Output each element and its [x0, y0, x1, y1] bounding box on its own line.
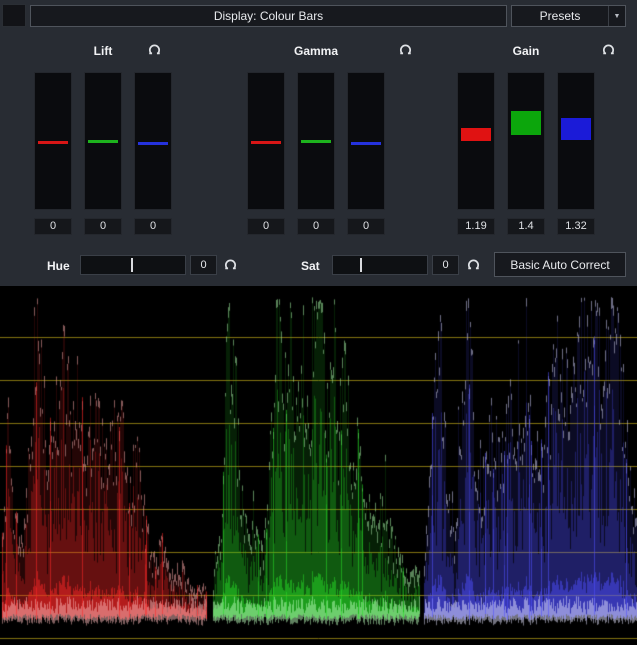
gain-blue-value: 1.32: [557, 218, 595, 235]
gain-green-handle[interactable]: [511, 111, 541, 135]
lift-green-handle[interactable]: [88, 140, 118, 143]
gain-blue-slider[interactable]: [557, 72, 595, 210]
gamma-section: Gamma 0 0 0: [247, 40, 437, 246]
gain-green-value: 1.4: [507, 218, 545, 235]
lift-red-slider[interactable]: [34, 72, 72, 210]
gamma-green-slider[interactable]: [297, 72, 335, 210]
corner-cell: [2, 4, 26, 27]
display-mode-button[interactable]: Display: Colour Bars: [30, 5, 507, 27]
gain-blue-handle[interactable]: [561, 118, 591, 140]
chevron-down-icon[interactable]: ▼: [608, 6, 625, 26]
waveform-canvas: [0, 286, 637, 645]
hue-reset-icon[interactable]: [223, 257, 239, 273]
gain-title: Gain: [457, 44, 595, 58]
presets-dropdown[interactable]: Presets ▼: [511, 5, 626, 27]
lift-red-value: 0: [34, 218, 72, 235]
lift-green-value: 0: [84, 218, 122, 235]
lift-reset-icon[interactable]: [147, 42, 163, 58]
hue-slider-thumb[interactable]: [131, 258, 133, 272]
sat-slider-thumb[interactable]: [360, 258, 362, 272]
gamma-reset-icon[interactable]: [398, 42, 414, 58]
lift-red-handle[interactable]: [38, 141, 68, 144]
gamma-red-slider[interactable]: [247, 72, 285, 210]
lift-blue-handle[interactable]: [138, 142, 168, 145]
gamma-green-handle[interactable]: [301, 140, 331, 143]
hue-label: Hue: [47, 259, 70, 273]
lift-section: Lift 0 0 0: [34, 40, 224, 246]
gamma-blue-slider[interactable]: [347, 72, 385, 210]
sat-label: Sat: [301, 259, 320, 273]
lift-green-slider[interactable]: [84, 72, 122, 210]
gamma-blue-handle[interactable]: [351, 142, 381, 145]
colour-correct-panel: Display: Colour Bars Presets ▼ Lift 0 0 …: [0, 0, 637, 645]
gamma-red-value: 0: [247, 218, 285, 235]
presets-label: Presets: [512, 9, 608, 23]
gain-red-handle[interactable]: [461, 128, 491, 141]
gamma-blue-value: 0: [347, 218, 385, 235]
gain-green-slider[interactable]: [507, 72, 545, 210]
sat-slider[interactable]: [332, 255, 428, 275]
lift-blue-value: 0: [134, 218, 172, 235]
gain-section: Gain 1.19 1.4 1.32: [457, 40, 637, 246]
gain-red-value: 1.19: [457, 218, 495, 235]
gamma-red-handle[interactable]: [251, 141, 281, 144]
lift-blue-slider[interactable]: [134, 72, 172, 210]
basic-auto-correct-button[interactable]: Basic Auto Correct: [494, 252, 626, 277]
gain-red-slider[interactable]: [457, 72, 495, 210]
sat-value: 0: [432, 255, 459, 275]
hue-slider[interactable]: [80, 255, 186, 275]
hue-value: 0: [190, 255, 217, 275]
waveform-scope: [0, 286, 637, 645]
gamma-green-value: 0: [297, 218, 335, 235]
sat-reset-icon[interactable]: [466, 257, 482, 273]
gamma-title: Gamma: [247, 44, 385, 58]
gain-reset-icon[interactable]: [601, 42, 617, 58]
